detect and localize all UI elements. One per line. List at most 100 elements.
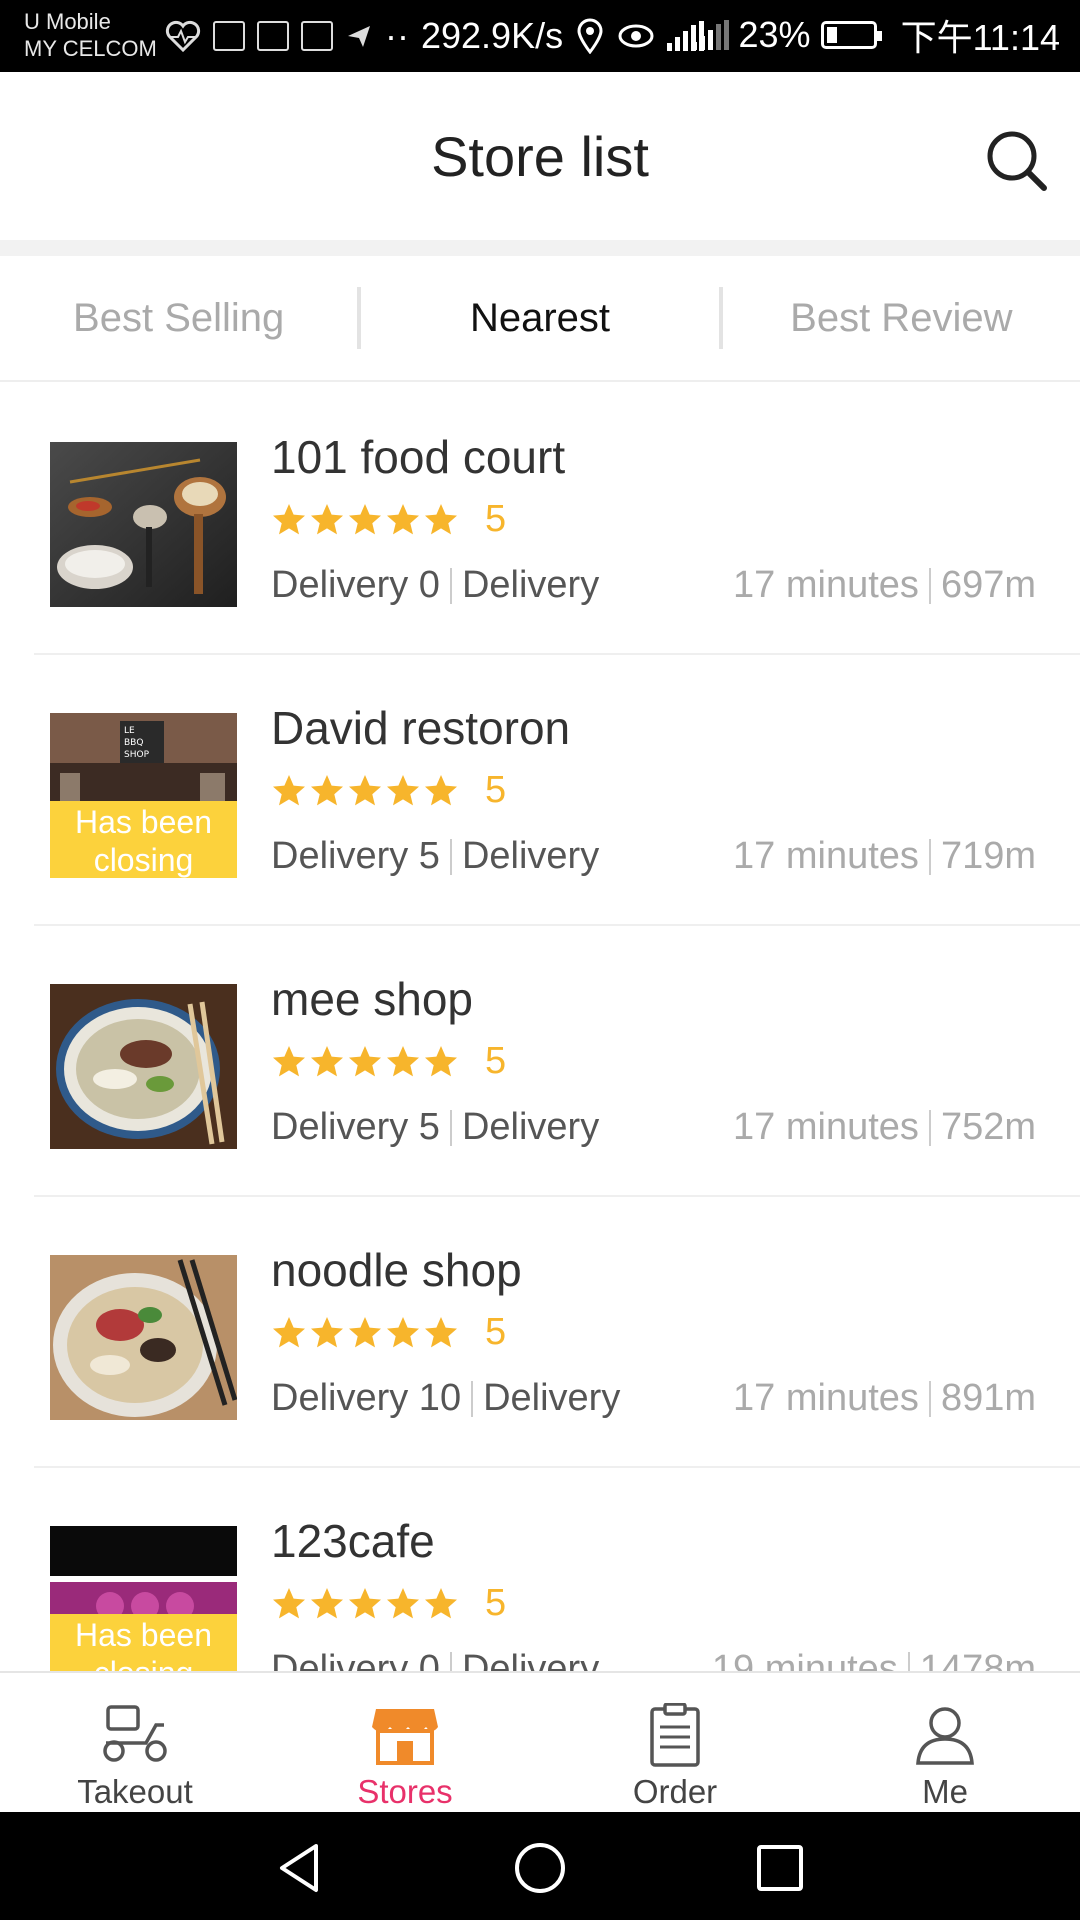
store-item[interactable]: LE BBQ SHOP Has been closing David resto… bbox=[0, 655, 1080, 926]
back-icon[interactable] bbox=[272, 1840, 328, 1896]
meta-divider bbox=[928, 567, 931, 604]
star-icon bbox=[273, 774, 305, 805]
star-icon bbox=[425, 774, 457, 805]
app-header: Store list bbox=[0, 72, 1080, 240]
star-icon bbox=[425, 1316, 457, 1347]
delivery-time: 17 minutes bbox=[733, 1106, 919, 1148]
star-icon bbox=[387, 1045, 419, 1076]
carrier-line-1: U Mobile bbox=[24, 9, 111, 34]
store-item[interactable]: 101 food court 5 Delivery 0 Delivery 17 … bbox=[0, 384, 1080, 655]
star-rating: 5 bbox=[271, 498, 506, 541]
time-distance: 17 minutes 719m bbox=[733, 835, 1036, 878]
carrier-info: U Mobile MY CELCOM bbox=[24, 8, 157, 62]
delivery-fee: Delivery 0 bbox=[271, 564, 440, 606]
store-name: noodle shop bbox=[271, 1244, 522, 1296]
svg-text:SHOP: SHOP bbox=[124, 750, 150, 760]
star-icon bbox=[349, 1316, 381, 1347]
system-nav-bar bbox=[0, 1812, 1080, 1920]
delivery-label: Delivery bbox=[461, 1106, 600, 1148]
nav-order[interactable]: Order bbox=[540, 1673, 810, 1812]
delivery-label: Delivery bbox=[483, 1377, 621, 1419]
heart-rate-icon bbox=[165, 20, 201, 52]
tab-best-selling[interactable]: Best Selling bbox=[0, 296, 357, 341]
time-distance: 17 minutes 697m bbox=[733, 564, 1036, 607]
image-notification-icon bbox=[301, 21, 333, 51]
meta-divider bbox=[471, 1380, 474, 1417]
star-icon bbox=[387, 503, 419, 534]
store-name: David restoron bbox=[271, 702, 571, 754]
recents-icon[interactable] bbox=[752, 1840, 808, 1896]
star-icon bbox=[425, 1587, 457, 1618]
rating-value: 5 bbox=[485, 1040, 507, 1082]
star-icon bbox=[311, 1316, 343, 1347]
send-icon bbox=[348, 26, 370, 47]
nav-stores[interactable]: Stores bbox=[270, 1673, 540, 1812]
nav-takeout[interactable]: Takeout bbox=[0, 1673, 270, 1812]
nav-label: Order bbox=[632, 1773, 718, 1810]
star-icon bbox=[387, 774, 419, 805]
rating-value: 5 bbox=[485, 1311, 507, 1353]
stars-icon bbox=[271, 1044, 459, 1080]
delivery-time: 17 minutes bbox=[733, 835, 919, 877]
stars-icon bbox=[271, 773, 459, 809]
svg-text:LE: LE bbox=[124, 726, 135, 736]
delivery-fee: Delivery 5 bbox=[271, 835, 440, 877]
battery-icon bbox=[820, 21, 882, 49]
delivery-fee: Delivery 10 bbox=[271, 1377, 462, 1419]
store-item[interactable]: noodle shop 5 Delivery 10 Delivery 17 mi… bbox=[0, 1197, 1080, 1468]
delivery-time: 17 minutes bbox=[733, 1377, 919, 1419]
star-icon bbox=[349, 503, 381, 534]
star-icon bbox=[273, 1045, 305, 1076]
news-notification-icon bbox=[257, 21, 289, 51]
search-button[interactable] bbox=[980, 124, 1052, 196]
home-icon[interactable] bbox=[512, 1840, 568, 1896]
nav-label: Me bbox=[922, 1773, 968, 1810]
bottom-nav: Takeout Stores Order Me bbox=[0, 1671, 1080, 1812]
star-icon bbox=[349, 1587, 381, 1618]
star-rating: 5 bbox=[271, 1040, 506, 1083]
stars-icon bbox=[271, 1315, 459, 1351]
tab-nearest[interactable]: Nearest bbox=[361, 296, 718, 341]
star-icon bbox=[349, 774, 381, 805]
delivery-label: Delivery bbox=[461, 835, 600, 877]
star-rating: 5 bbox=[271, 1582, 506, 1625]
eye-icon bbox=[618, 24, 654, 48]
store-list: 101 food court 5 Delivery 0 Delivery 17 … bbox=[0, 384, 1080, 1739]
nav-label: Takeout bbox=[77, 1773, 193, 1810]
distance: 719m bbox=[940, 835, 1036, 877]
star-rating: 5 bbox=[271, 769, 506, 812]
time-distance: 17 minutes 752m bbox=[733, 1106, 1036, 1149]
delivery-time: 17 minutes bbox=[733, 564, 919, 606]
battery-percent: 23% bbox=[738, 14, 811, 55]
star-icon bbox=[273, 1587, 305, 1618]
star-icon bbox=[273, 503, 305, 534]
meta-divider bbox=[928, 1380, 931, 1417]
star-icon bbox=[311, 503, 343, 534]
store-item[interactable]: mee shop 5 Delivery 5 Delivery 17 minute… bbox=[0, 926, 1080, 1197]
store-thumbnail bbox=[50, 1255, 237, 1420]
meta-divider bbox=[449, 1109, 452, 1146]
distance: 891m bbox=[940, 1377, 1036, 1419]
time-distance: 17 minutes 891m bbox=[733, 1377, 1036, 1420]
scooter-icon bbox=[103, 1705, 167, 1762]
store-thumbnail bbox=[50, 984, 237, 1149]
network-speed: 292.9K/s bbox=[420, 15, 564, 56]
header-separator bbox=[0, 240, 1080, 256]
rating-value: 5 bbox=[485, 1582, 507, 1624]
tab-best-review[interactable]: Best Review bbox=[723, 296, 1080, 341]
seafood-noodle-photo bbox=[50, 1255, 237, 1420]
meta-divider bbox=[928, 838, 931, 875]
sort-tabs: Best Selling Nearest Best Review bbox=[0, 256, 1080, 382]
app-notification-icon bbox=[213, 21, 245, 51]
star-icon bbox=[425, 503, 457, 534]
more-dots-icon: ·· bbox=[385, 15, 409, 56]
store-name: 101 food court bbox=[271, 431, 566, 483]
meta-divider bbox=[928, 1109, 931, 1146]
nav-me[interactable]: Me bbox=[810, 1673, 1080, 1812]
nav-label: Stores bbox=[357, 1773, 453, 1810]
stars-icon bbox=[271, 502, 459, 538]
notification-icons: ·· 292.9K/s bbox=[165, 14, 705, 58]
person-icon bbox=[916, 1707, 974, 1765]
stars-icon bbox=[271, 1586, 459, 1622]
delivery-label: Delivery bbox=[461, 564, 600, 606]
